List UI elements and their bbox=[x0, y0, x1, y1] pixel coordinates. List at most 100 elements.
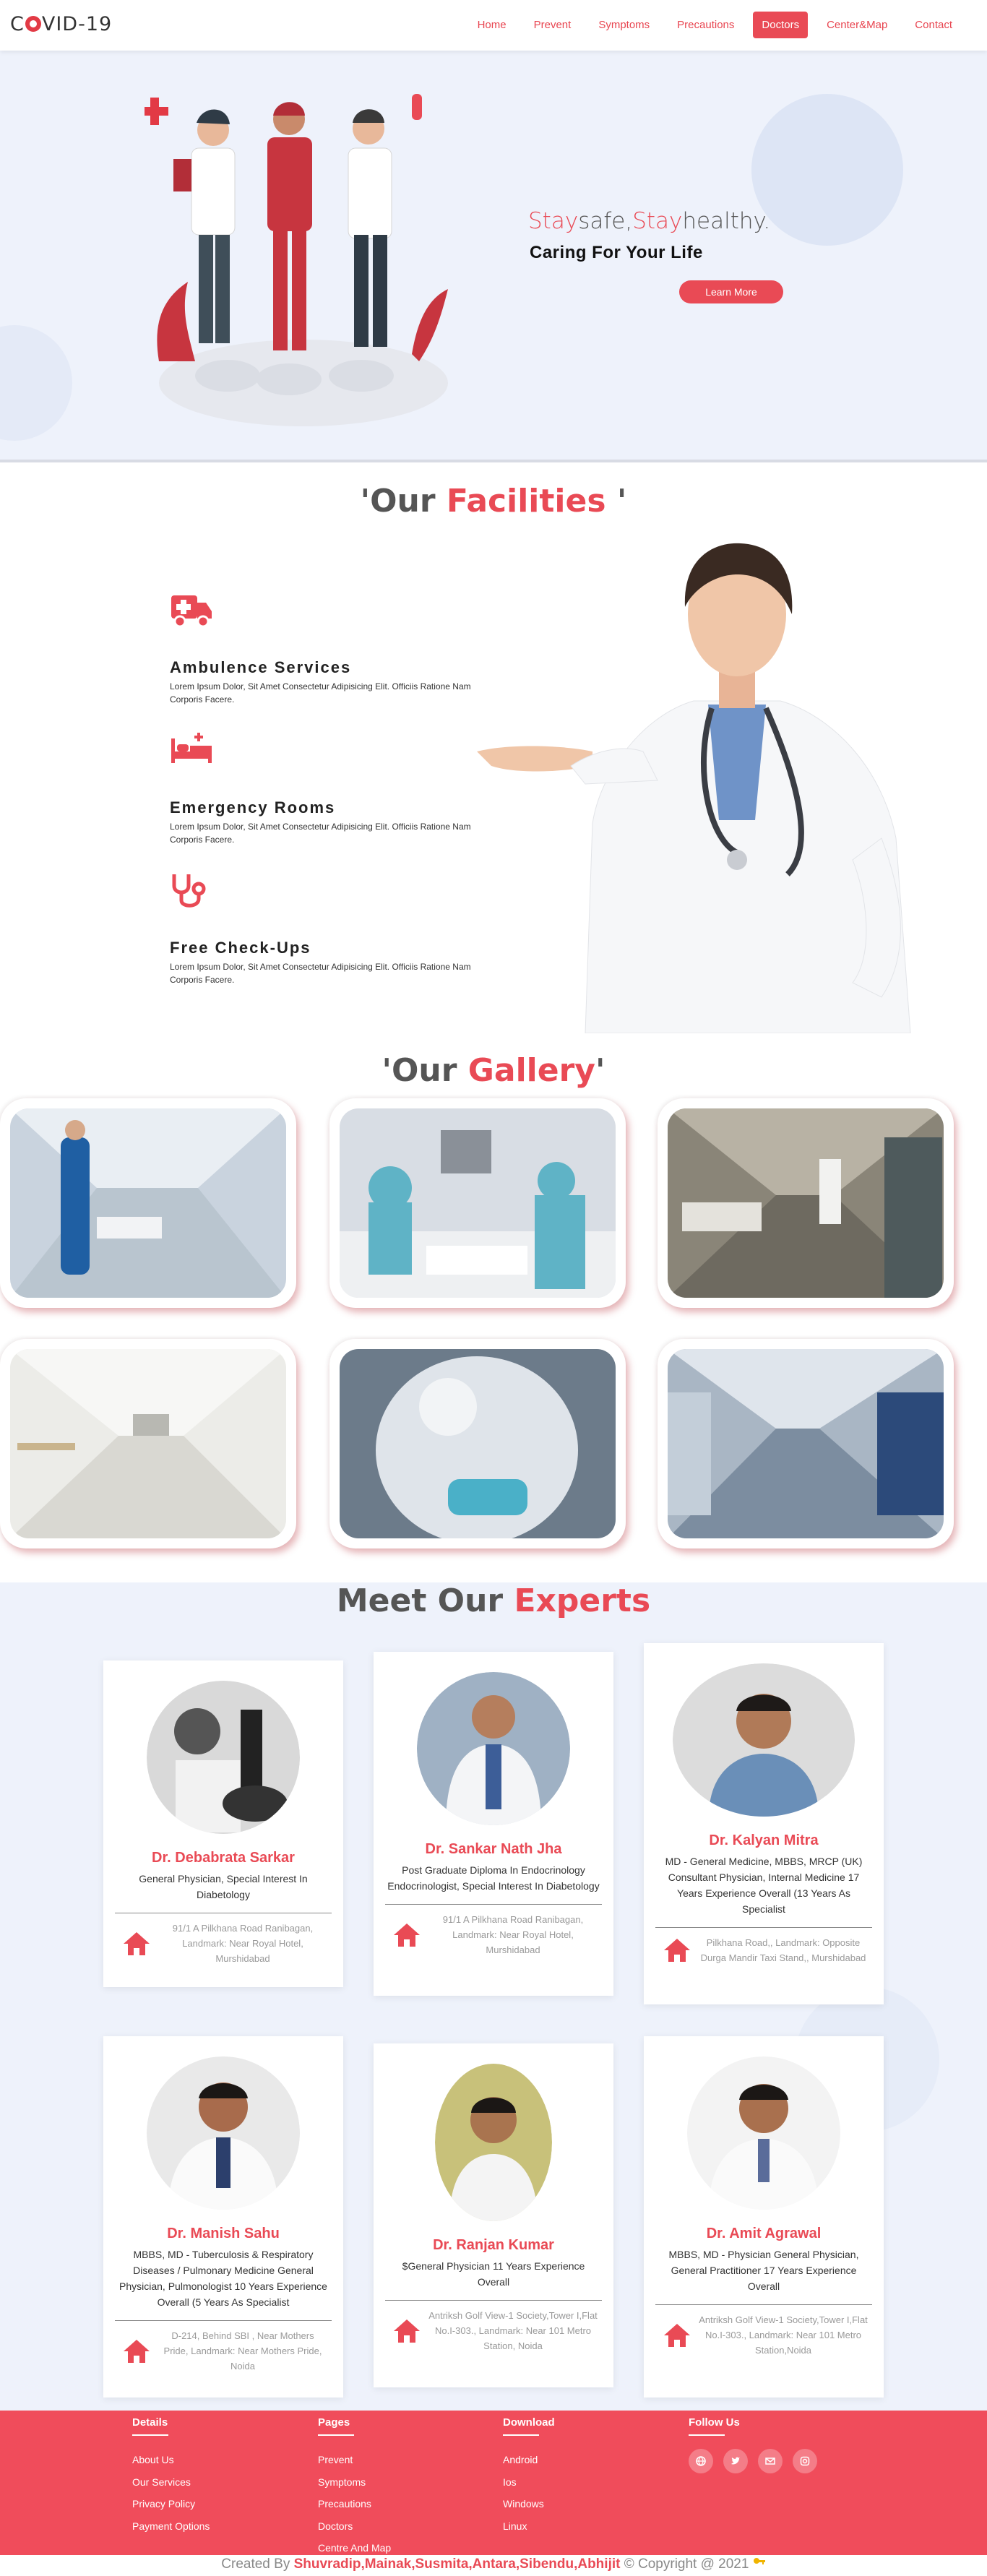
footer-link-android[interactable]: Android bbox=[503, 2449, 555, 2471]
tagline-safe: safe, bbox=[578, 208, 633, 234]
expert-card-4[interactable]: Dr. Manish Sahu MBBS, MD - Tuberculosis … bbox=[103, 2036, 343, 2398]
address-text: D-214, Behind SBI , Near Mothers Pride, … bbox=[163, 2330, 322, 2372]
footer-col-download: Download Android Ios Windows Linux bbox=[503, 2411, 555, 2537]
stethoscope-icon bbox=[172, 874, 206, 908]
facility-checkups: Free Check-Ups Lorem Ipsum Dolor, Sit Am… bbox=[170, 871, 473, 986]
footer-link-precautions[interactable]: Precautions bbox=[318, 2493, 391, 2515]
created-by-label: Created By bbox=[221, 2556, 294, 2572]
title-part: Meet Our bbox=[336, 1582, 514, 1619]
footer-link-payment[interactable]: Payment Options bbox=[132, 2515, 210, 2538]
doctor-photo bbox=[147, 1681, 300, 1834]
hero-tagline: Staysafe,Stayhealthy. bbox=[528, 208, 770, 234]
doctor-photo bbox=[673, 1663, 855, 1817]
doctor-desc: $General Physician 11 Years Experience O… bbox=[402, 2260, 585, 2288]
navbar: C VID-19 Home Prevent Symptoms Precaution… bbox=[0, 0, 987, 51]
gallery-title: 'Our Gallery' bbox=[0, 1052, 987, 1089]
footer-link-privacy[interactable]: Privacy Policy bbox=[132, 2493, 210, 2515]
doctor-photo bbox=[417, 1672, 570, 1825]
corridor-beds-photo bbox=[668, 1349, 944, 1538]
instagram-icon[interactable] bbox=[793, 2449, 817, 2473]
doctor-address: Antriksh Golf View-1 Society,Tower I,Fla… bbox=[374, 2308, 613, 2368]
brand-logo[interactable]: C VID-19 bbox=[10, 13, 112, 35]
doctor-desc: Post Graduate Diploma In Endocrinology E… bbox=[387, 1864, 600, 1892]
learn-more-button[interactable]: Learn More bbox=[679, 280, 783, 303]
nav-home[interactable]: Home bbox=[469, 12, 515, 38]
virus-icon bbox=[25, 15, 41, 32]
footer-link-linux[interactable]: Linux bbox=[503, 2515, 555, 2538]
facility-emergency: Emergency Rooms Lorem Ipsum Dolor, Sit A… bbox=[170, 731, 473, 846]
doctors-illustration bbox=[145, 94, 448, 426]
title-part: 'Our bbox=[360, 483, 447, 520]
twitter-icon[interactable] bbox=[723, 2449, 748, 2473]
facility-ambulance: Ambulence Services Lorem Ipsum Dolor, Si… bbox=[170, 591, 473, 706]
address-text: Pilkhana Road,, Landmark: Opposite Durga… bbox=[700, 1937, 866, 1963]
doctor-name: Dr. Kalyan Mitra bbox=[709, 1832, 819, 1848]
home-icon bbox=[664, 2323, 690, 2347]
globe-icon[interactable] bbox=[689, 2449, 713, 2473]
virus-bg-icon bbox=[0, 325, 72, 441]
facility-title: Free Check-Ups bbox=[170, 939, 311, 957]
doctor-desc: MD - General Medicine, MBBS, MRCP (UK) C… bbox=[665, 1856, 863, 1915]
nav-links: Home Prevent Symptoms Precautions Doctor… bbox=[469, 12, 961, 38]
footer-col-pages: Pages Prevent Symptoms Precautions Docto… bbox=[318, 2411, 391, 2559]
ambulance-icon bbox=[171, 595, 212, 628]
hero-section: Staysafe,Stayhealthy. Caring For Your Li… bbox=[0, 51, 987, 462]
footer-link-doctors[interactable]: Doctors bbox=[318, 2515, 391, 2538]
gallery-image-6[interactable] bbox=[658, 1339, 954, 1548]
doctor-address: Antriksh Golf View-1 Society,Tower I,Fla… bbox=[644, 2312, 884, 2372]
doctor-name: Dr. Amit Agrawal bbox=[706, 2226, 822, 2241]
gallery-image-3[interactable] bbox=[658, 1098, 954, 1308]
tagline-stay-2: Stay bbox=[632, 208, 683, 234]
nav-precautions[interactable]: Precautions bbox=[668, 12, 743, 38]
facility-desc: Lorem Ipsum Dolor, Sit Amet Consectetur … bbox=[170, 822, 471, 845]
doctor-name: Dr. Manish Sahu bbox=[167, 2226, 280, 2241]
gallery-image-5[interactable] bbox=[329, 1339, 626, 1548]
footer-link-ios[interactable]: Ios bbox=[503, 2471, 555, 2494]
nav-prevent[interactable]: Prevent bbox=[525, 12, 580, 38]
doctor-photo bbox=[687, 2056, 840, 2210]
expert-card-2[interactable]: Dr. Sankar Nath Jha Post Graduate Diplom… bbox=[374, 1652, 613, 1996]
brand-text-post: VID-19 bbox=[41, 13, 113, 35]
facility-desc: Lorem Ipsum Dolor, Sit Amet Consectetur … bbox=[170, 962, 471, 985]
nav-center-map[interactable]: Center&Map bbox=[818, 12, 896, 38]
footer-heading: Download bbox=[503, 2416, 555, 2429]
gallery-image-1[interactable] bbox=[0, 1098, 296, 1308]
footer-link-about[interactable]: About Us bbox=[132, 2449, 210, 2471]
mail-icon[interactable] bbox=[758, 2449, 783, 2473]
home-icon bbox=[124, 1931, 150, 1955]
footer-col-follow: Follow Us bbox=[689, 2411, 817, 2473]
gallery-image-2[interactable] bbox=[329, 1098, 626, 1308]
facilities-title: 'Our Facilities ' bbox=[0, 483, 987, 520]
gallery-image-4[interactable] bbox=[0, 1339, 296, 1548]
footer-link-windows[interactable]: Windows bbox=[503, 2493, 555, 2515]
doctor-photo bbox=[147, 2056, 300, 2210]
address-text: 91/1 A Pilkhana Road Ranibagan, Landmark… bbox=[172, 1923, 314, 1964]
hero-subtitle: Caring For Your Life bbox=[530, 243, 703, 262]
nav-contact[interactable]: Contact bbox=[906, 12, 961, 38]
nav-doctors[interactable]: Doctors bbox=[753, 12, 809, 38]
divider bbox=[132, 2434, 168, 2436]
footer-link-symptoms[interactable]: Symptoms bbox=[318, 2471, 391, 2494]
doctor-address: D-214, Behind SBI , Near Mothers Pride, … bbox=[103, 2328, 343, 2388]
tagline-healthy: healthy. bbox=[682, 208, 771, 234]
doctor-address: 91/1 A Pilkhana Road Ranibagan, Landmark… bbox=[374, 1912, 613, 1972]
divider bbox=[689, 2434, 725, 2436]
ward-stretcher-photo bbox=[668, 1108, 944, 1298]
footer-heading: Follow Us bbox=[689, 2416, 740, 2429]
female-doctor-image bbox=[477, 543, 911, 1033]
footer-link-services[interactable]: Our Services bbox=[132, 2471, 210, 2494]
expert-card-3[interactable]: Dr. Kalyan Mitra MD - General Medicine, … bbox=[644, 1643, 884, 2004]
expert-card-5[interactable]: Dr. Ranjan Kumar $General Physician 11 Y… bbox=[374, 2043, 613, 2387]
home-icon bbox=[124, 2339, 150, 2363]
empty-corridor-photo bbox=[10, 1349, 286, 1538]
nav-symptoms[interactable]: Symptoms bbox=[590, 12, 658, 38]
divider bbox=[503, 2434, 539, 2436]
facility-title: Ambulence Services bbox=[170, 658, 352, 676]
doctor-photo bbox=[435, 2064, 552, 2221]
expert-card-6[interactable]: Dr. Amit Agrawal MBBS, MD - Physician Ge… bbox=[644, 2036, 884, 2398]
copyright-bar: Created By Shuvradip,Mainak,Susmita,Anta… bbox=[0, 2555, 987, 2576]
title-part: 'Our bbox=[382, 1052, 468, 1089]
expert-card-1[interactable]: Dr. Debabrata Sarkar General Physician, … bbox=[103, 1660, 343, 1987]
doctor-name: Dr. Debabrata Sarkar bbox=[152, 1850, 295, 1866]
footer-link-prevent[interactable]: Prevent bbox=[318, 2449, 391, 2471]
